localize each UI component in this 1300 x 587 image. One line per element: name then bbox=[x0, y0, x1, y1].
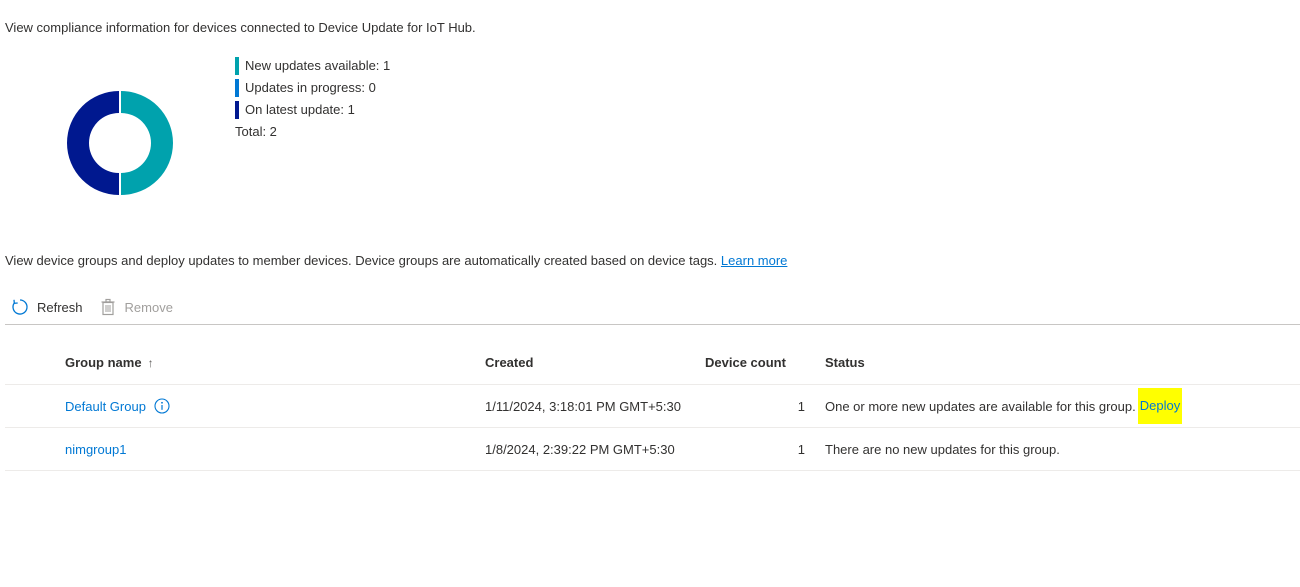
created-cell: 1/8/2024, 2:39:22 PM GMT+5:30 bbox=[485, 441, 675, 457]
legend-label: On latest update: 1 bbox=[245, 102, 355, 117]
legend-total: Total: 2 bbox=[235, 124, 277, 139]
status-cell: There are no new updates for this group. bbox=[825, 428, 1060, 470]
legend-swatch bbox=[235, 101, 239, 119]
legend-swatch bbox=[235, 79, 239, 97]
groups-description-line: View device groups and deploy updates to… bbox=[5, 252, 787, 269]
compliance-description: View compliance information for devices … bbox=[5, 20, 476, 35]
compliance-legend: New updates available: 1 Updates in prog… bbox=[235, 55, 390, 143]
group-name-link[interactable]: nimgroup1 bbox=[65, 442, 126, 457]
trash-icon bbox=[99, 298, 117, 316]
legend-swatch bbox=[235, 57, 239, 75]
status-text: One or more new updates are available fo… bbox=[825, 398, 1136, 414]
learn-more-link[interactable]: Learn more bbox=[721, 253, 787, 268]
remove-label: Remove bbox=[124, 299, 173, 315]
table-row: nimgroup1 1/8/2024, 2:39:22 PM GMT+5:30 … bbox=[5, 428, 1300, 471]
toolbar: Refresh Remove bbox=[5, 294, 179, 320]
donut-segment-new-updates bbox=[121, 91, 173, 195]
refresh-label: Refresh bbox=[37, 299, 83, 315]
donut-segment-latest-update bbox=[67, 91, 119, 195]
table-header: Group name ↑ Created Device count Status bbox=[5, 341, 1300, 385]
refresh-button[interactable]: Refresh bbox=[5, 294, 89, 320]
group-name-cell: Default Group bbox=[65, 385, 170, 427]
remove-button[interactable]: Remove bbox=[93, 294, 179, 320]
device-count-cell: 1 bbox=[797, 441, 805, 457]
legend-item-new-updates: New updates available: 1 bbox=[235, 55, 390, 77]
column-header-created[interactable]: Created bbox=[485, 341, 533, 384]
toolbar-divider bbox=[5, 324, 1300, 325]
legend-item-latest-update: On latest update: 1 bbox=[235, 99, 390, 121]
column-header-label: Group name bbox=[65, 355, 142, 370]
groups-description: View device groups and deploy updates to… bbox=[5, 253, 718, 268]
device-count-cell: 1 bbox=[797, 398, 805, 414]
info-icon[interactable] bbox=[154, 398, 170, 414]
compliance-donut-chart bbox=[67, 91, 173, 195]
table-row: Default Group 1/11/2024, 3:18:01 PM GMT+… bbox=[5, 385, 1300, 428]
sort-ascending-icon: ↑ bbox=[147, 355, 154, 370]
deploy-link[interactable]: Deploy bbox=[1137, 388, 1183, 424]
column-header-status[interactable]: Status bbox=[825, 341, 865, 384]
legend-item-in-progress: Updates in progress: 0 bbox=[235, 77, 390, 99]
group-name-link[interactable]: Default Group bbox=[65, 399, 146, 414]
legend-label: Updates in progress: 0 bbox=[245, 80, 376, 95]
group-name-cell: nimgroup1 bbox=[65, 428, 126, 470]
status-cell: One or more new updates are available fo… bbox=[825, 385, 1183, 427]
column-header-device-count[interactable]: Device count bbox=[705, 341, 786, 384]
legend-label: New updates available: 1 bbox=[245, 58, 391, 73]
device-groups-table: Group name ↑ Created Device count Status… bbox=[5, 341, 1300, 471]
refresh-icon bbox=[11, 298, 29, 316]
status-text: There are no new updates for this group. bbox=[825, 441, 1060, 457]
created-cell: 1/11/2024, 3:18:01 PM GMT+5:30 bbox=[485, 398, 681, 414]
column-header-group-name[interactable]: Group name ↑ bbox=[65, 341, 154, 384]
